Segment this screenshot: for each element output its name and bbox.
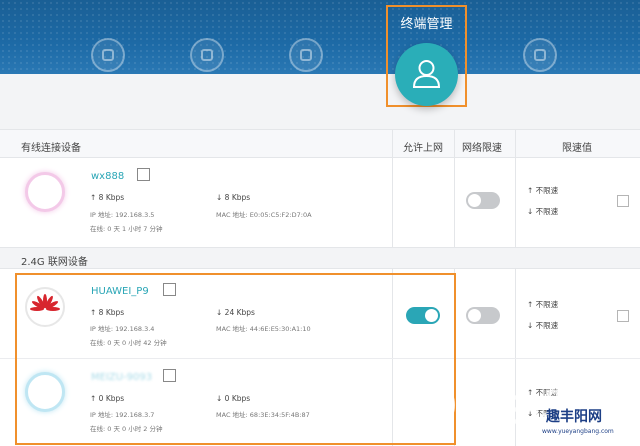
top-nav-bar: [0, 0, 640, 74]
upload-limit: ↑ 不限速: [527, 186, 559, 195]
col-network-limit: 网络限速: [462, 143, 502, 154]
table-header: 有线连接设备 允许上网 网络限速 限速值: [0, 129, 640, 158]
upload-limit-value: 不限速: [535, 186, 559, 195]
download-rate: ↓ 8 Kbps: [216, 193, 251, 202]
section-24g-title: 2.4G 联网设备: [21, 257, 88, 268]
download-limit-value: 不限速: [535, 321, 559, 330]
watermark-logo-icon: [399, 377, 455, 433]
user-icon: [412, 60, 441, 88]
device-name-link[interactable]: wx888: [91, 171, 124, 182]
toggle-knob: [468, 194, 481, 207]
more-icon: [534, 49, 546, 61]
speed-limit-toggle[interactable]: [466, 192, 500, 209]
section-24g-header: 2.4G 联网设备: [0, 247, 640, 269]
toggle-knob: [468, 309, 481, 322]
col-wired-devices: 有线连接设备: [21, 143, 81, 154]
online-time: 在线: 0 天 1 小时 7 分钟: [90, 225, 163, 233]
download-limit: ↓ 不限速: [527, 321, 559, 330]
upload-limit-value: 不限速: [535, 300, 559, 309]
tab-terminal-management[interactable]: 终端管理: [386, 5, 467, 107]
watermark: 路由器 趣丰阳网 www.yueyangbang.com: [396, 368, 640, 446]
edit-limit-icon[interactable]: [617, 195, 629, 207]
nav-home-icon[interactable]: [91, 38, 125, 72]
highlight-box: [15, 273, 456, 445]
edit-name-icon[interactable]: [137, 168, 150, 181]
wifi-icon: [201, 49, 213, 61]
tab-terminal-management-label: 终端管理: [400, 17, 453, 32]
nav-settings-icon[interactable]: [289, 38, 323, 72]
col-limit-value: 限速值: [562, 143, 592, 154]
mac-address: MAC 地址: E0:05:C5:F2:D7:0A: [216, 211, 312, 219]
upload-rate: ↑ 8 Kbps: [90, 193, 125, 202]
edit-limit-icon[interactable]: [617, 310, 629, 322]
nav-wifi-icon[interactable]: [190, 38, 224, 72]
nav-more-icon[interactable]: [523, 38, 557, 72]
watermark-site-name: 趣丰阳网: [546, 409, 602, 425]
col-allow-internet: 允许上网: [403, 143, 443, 154]
download-limit-value: 不限速: [535, 207, 559, 216]
speed-limit-toggle[interactable]: [466, 307, 500, 324]
upload-rate-value: 8 Kbps: [98, 193, 125, 202]
download-limit: ↓ 不限速: [527, 207, 559, 216]
upload-limit: ↑ 不限速: [527, 300, 559, 309]
home-icon: [102, 49, 114, 61]
watermark-site-url: www.yueyangbang.com: [542, 428, 614, 435]
ip-address: IP 地址: 192.168.3.5: [90, 211, 155, 219]
device-avatar: [25, 172, 65, 212]
download-rate-value: 8 Kbps: [224, 193, 251, 202]
terminal-manage-icon: [395, 43, 458, 106]
settings-icon: [300, 49, 312, 61]
